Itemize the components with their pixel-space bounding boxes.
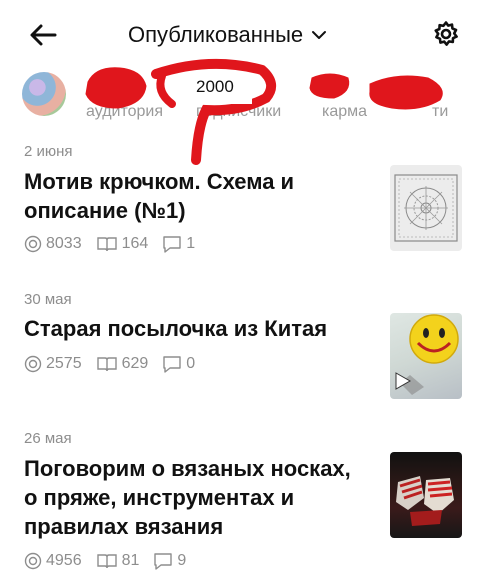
post-title[interactable]: Мотив крючком. Схема и описание (№1) — [24, 167, 369, 225]
chevron-down-icon — [312, 31, 327, 39]
reads-count: 629 — [121, 355, 149, 372]
comments-count: 1 — [186, 235, 196, 252]
views-count: 2575 — [46, 355, 82, 372]
post-meta: 2575 629 0 — [24, 355, 209, 373]
redacted-stat-value: 2000 — [196, 77, 234, 96]
subscribers-label: подписчики — [196, 103, 282, 120]
status-dropdown[interactable]: Опубликованные — [128, 20, 327, 50]
views-count: 8033 — [46, 235, 82, 252]
reads-count: 164 — [121, 235, 149, 252]
comments-count: 0 — [186, 355, 196, 372]
karma-label: карма — [322, 103, 368, 120]
post-meta: 4956 81 9 — [24, 552, 200, 570]
comments-count: 9 — [177, 552, 187, 569]
post-title[interactable]: Старая посылочка из Китая — [24, 314, 369, 343]
gear-icon[interactable] — [432, 20, 460, 48]
back-arrow-icon[interactable] — [28, 20, 58, 50]
comment-icon — [154, 553, 173, 570]
comment-icon — [163, 356, 181, 373]
page-title: Опубликованные — [128, 22, 304, 47]
play-icon[interactable] — [394, 371, 412, 391]
eye-icon — [24, 355, 42, 373]
views-count: 4956 — [46, 552, 82, 569]
post-date: 2 июня — [24, 143, 73, 160]
post-thumbnail[interactable] — [390, 165, 462, 251]
eye-icon — [24, 235, 42, 253]
post-title[interactable]: Поговорим о вязаных носках, о пряже, инс… — [24, 454, 369, 541]
avatar[interactable] — [22, 72, 66, 116]
eye-icon — [24, 552, 42, 570]
knitted-socks-image — [396, 476, 454, 526]
book-icon — [96, 357, 117, 372]
post-date: 30 мая — [24, 291, 72, 308]
post-meta: 8033 164 1 — [24, 235, 209, 253]
views-label: ти — [432, 103, 449, 120]
reads-count: 81 — [121, 552, 140, 569]
crochet-pattern-image — [394, 174, 458, 242]
audience-label: аудитория — [86, 103, 164, 120]
post-date: 26 мая — [24, 430, 72, 447]
comment-icon — [163, 236, 181, 253]
post-thumbnail[interactable] — [390, 313, 462, 399]
post-thumbnail[interactable] — [390, 452, 462, 538]
book-icon — [96, 554, 117, 569]
book-icon — [96, 237, 117, 252]
top-bar: Опубликованные — [0, 0, 485, 68]
